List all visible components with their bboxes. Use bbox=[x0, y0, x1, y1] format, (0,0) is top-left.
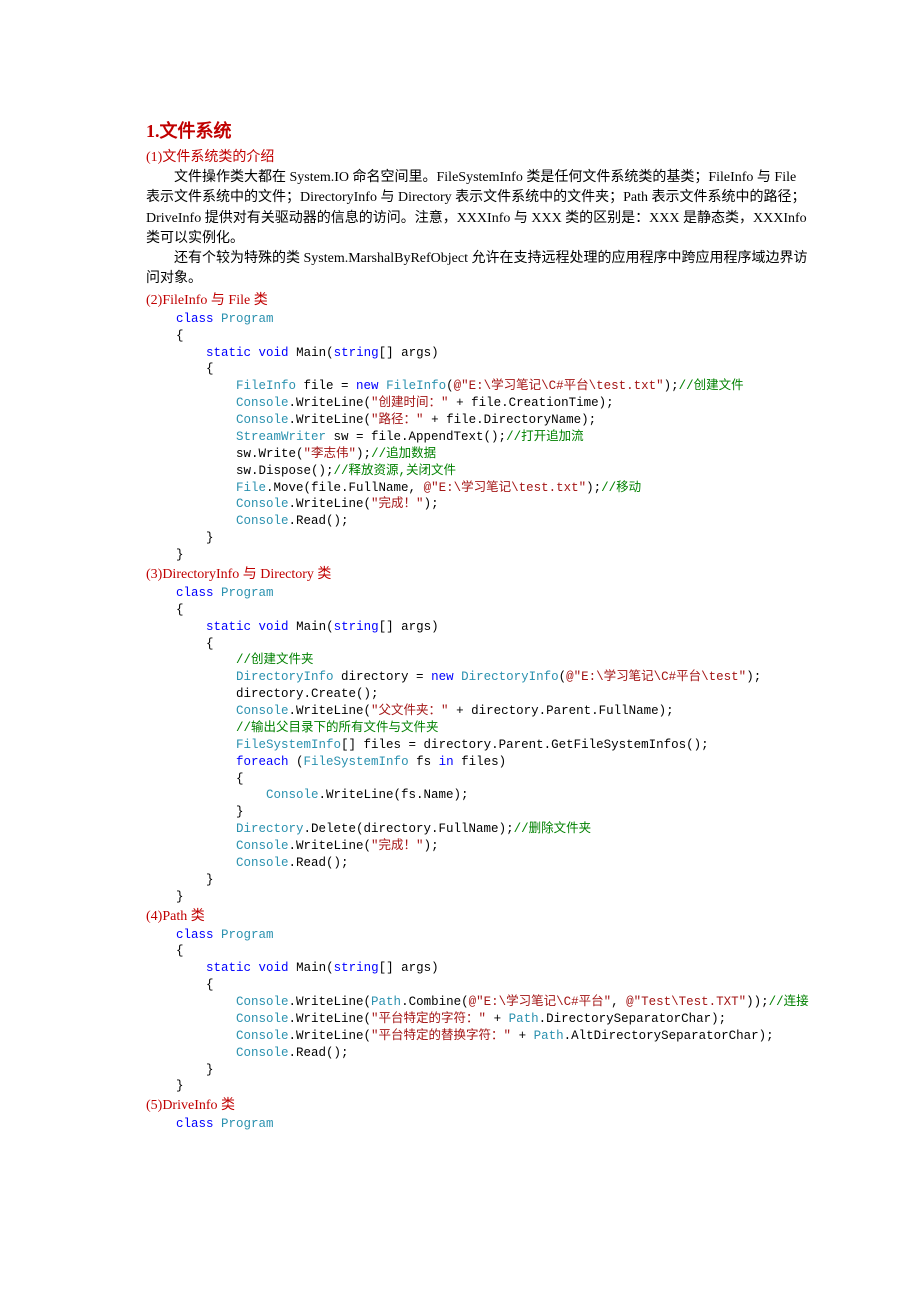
section1-heading: (1)文件系统类的介绍 bbox=[146, 147, 810, 168]
document-page: 1.文件系统 (1)文件系统类的介绍 文件操作类大都在 System.IO 命名… bbox=[0, 0, 920, 1302]
section2-heading: (2)FileInfo 与 File 类 bbox=[146, 290, 810, 311]
main-heading: 1.文件系统 bbox=[146, 118, 810, 145]
section5-code: class Program bbox=[176, 1116, 810, 1133]
section1-paragraph1: 文件操作类大都在 System.IO 命名空间里。FileSystemInfo … bbox=[146, 168, 810, 249]
section4-code: class Program { static void Main(string[… bbox=[176, 927, 810, 1096]
section3-heading: (3)DirectoryInfo 与 Directory 类 bbox=[146, 564, 810, 585]
section1-paragraph2: 还有个较为特殊的类 System.MarshalByRefObject 允许在支… bbox=[146, 249, 810, 290]
section2-code: class Program { static void Main(string[… bbox=[176, 311, 810, 564]
section3-code: class Program { static void Main(string[… bbox=[176, 585, 810, 906]
section4-heading: (4)Path 类 bbox=[146, 906, 810, 927]
section5-heading: (5)DriveInfo 类 bbox=[146, 1095, 810, 1116]
